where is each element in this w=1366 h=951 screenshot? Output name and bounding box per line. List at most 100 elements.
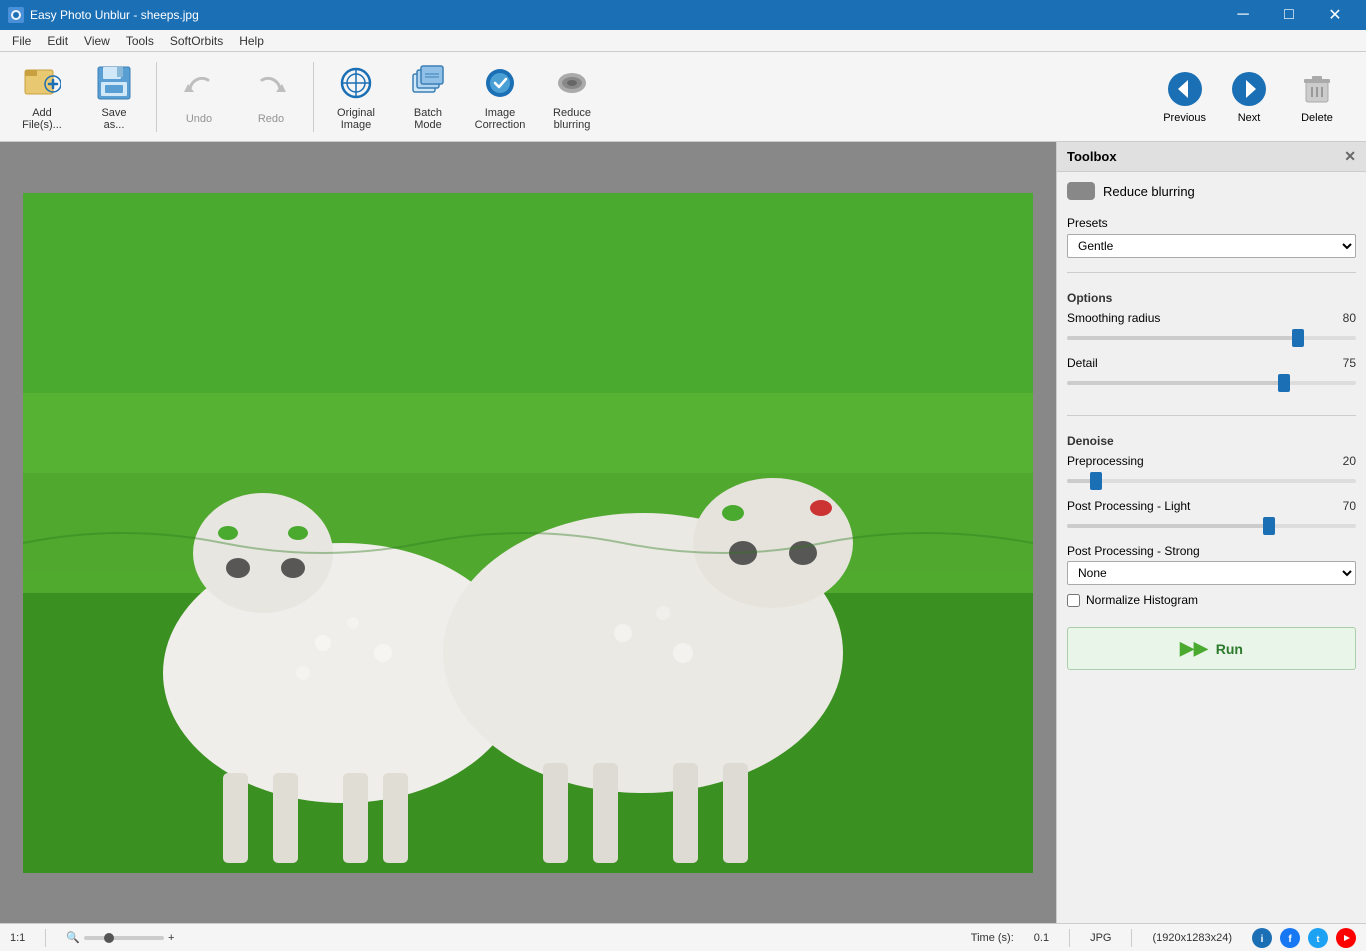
toolbox-content: Reduce blurring Presets Gentle Normal St… — [1057, 172, 1366, 680]
run-button[interactable]: ▶▶ Run — [1067, 627, 1356, 670]
main-area: Toolbox ✕ Reduce blurring Presets Gentle… — [0, 142, 1366, 923]
add-files-icon — [22, 63, 62, 103]
menu-tools[interactable]: Tools — [118, 32, 162, 50]
detail-track — [1067, 373, 1356, 393]
toolbox-panel: Toolbox ✕ Reduce blurring Presets Gentle… — [1056, 142, 1366, 923]
zoom-controls: 🔍 + — [66, 931, 174, 944]
zoom-level: 1:1 — [10, 932, 25, 944]
facebook-icon[interactable]: f — [1280, 928, 1300, 948]
zoom-out-icon[interactable]: 🔍 — [66, 931, 80, 944]
detail-label-row: Detail 75 — [1067, 356, 1356, 370]
previous-label: Previous — [1163, 112, 1206, 124]
normalize-histogram-label[interactable]: Normalize Histogram — [1086, 593, 1198, 607]
detail-label: Detail — [1067, 356, 1098, 370]
add-files-button[interactable]: Add File(s)... — [8, 57, 76, 137]
zoom-bar[interactable] — [84, 936, 164, 940]
reduce-blurring-icon — [552, 63, 592, 103]
redo-button[interactable]: Redo — [237, 57, 305, 137]
time-value: 0.1 — [1034, 932, 1049, 944]
time-label: Time (s): — [971, 932, 1014, 944]
status-sep-1 — [45, 929, 46, 947]
presets-label: Presets — [1067, 216, 1108, 230]
menu-edit[interactable]: Edit — [39, 32, 76, 50]
save-as-label: Save as... — [101, 107, 126, 131]
menu-view[interactable]: View — [76, 32, 118, 50]
menu-help[interactable]: Help — [231, 32, 272, 50]
normalize-histogram-row[interactable]: Normalize Histogram — [1067, 593, 1356, 607]
normalize-histogram-checkbox[interactable] — [1067, 594, 1080, 607]
delete-button[interactable]: Delete — [1298, 70, 1336, 124]
close-button[interactable]: ✕ — [1312, 0, 1358, 30]
twitter-icon[interactable]: t — [1308, 928, 1328, 948]
save-icon — [94, 63, 134, 103]
run-label: Run — [1216, 641, 1243, 657]
post-processing-strong-section: Post Processing - Strong None Light Medi… — [1067, 544, 1356, 585]
smoothing-radius-thumb[interactable] — [1292, 329, 1304, 347]
smoothing-radius-slider-row: Smoothing radius 80 — [1067, 311, 1356, 348]
reduce-blurring-header: Reduce blurring — [1067, 182, 1356, 200]
add-files-label: Add File(s)... — [22, 107, 62, 131]
image-correction-label: Image Correction — [475, 107, 526, 131]
svg-text:t: t — [1317, 934, 1320, 944]
preprocessing-thumb[interactable] — [1090, 472, 1102, 490]
maximize-button[interactable]: □ — [1266, 0, 1312, 30]
redo-icon — [251, 69, 291, 109]
options-label: Options — [1067, 291, 1356, 305]
toolbox-close-button[interactable]: ✕ — [1344, 148, 1356, 165]
smoothing-radius-track — [1067, 328, 1356, 348]
denoise-label: Denoise — [1067, 434, 1356, 448]
menu-file[interactable]: File — [4, 32, 39, 50]
post-processing-light-value: 70 — [1343, 499, 1356, 513]
reduce-blurring-button[interactable]: Reduce blurring — [538, 57, 606, 137]
dimensions-label: (1920x1283x24) — [1152, 932, 1232, 944]
reduce-blurring-label: Reduce blurring — [553, 107, 591, 131]
canvas-area[interactable] — [0, 142, 1056, 923]
batch-mode-label: Batch Mode — [414, 107, 442, 131]
toolbar-separator-1 — [156, 62, 157, 132]
menu-softorbits[interactable]: SoftOrbits — [162, 32, 231, 50]
preprocessing-label: Preprocessing — [1067, 454, 1144, 468]
svg-text:i: i — [1261, 934, 1264, 945]
post-processing-light-thumb[interactable] — [1263, 517, 1275, 535]
preprocessing-label-row: Preprocessing 20 — [1067, 454, 1356, 468]
smoothing-radius-label-row: Smoothing radius 80 — [1067, 311, 1356, 325]
redo-label: Redo — [258, 113, 284, 125]
statusbar: 1:1 🔍 + Time (s): 0.1 JPG (1920x1283x24)… — [0, 923, 1366, 951]
info-icon[interactable]: i — [1252, 928, 1272, 948]
post-processing-light-track — [1067, 516, 1356, 536]
preprocessing-slider-row: Preprocessing 20 — [1067, 454, 1356, 491]
batch-mode-icon — [408, 63, 448, 103]
titlebar-left: Easy Photo Unblur - sheeps.jpg — [8, 7, 199, 23]
titlebar: Easy Photo Unblur - sheeps.jpg ─ □ ✕ — [0, 0, 1366, 30]
image-correction-button[interactable]: Image Correction — [466, 57, 534, 137]
post-processing-strong-select[interactable]: None Light Medium Strong — [1067, 561, 1356, 585]
original-image-label: Original Image — [337, 107, 375, 131]
smoothing-radius-fill — [1067, 336, 1298, 340]
minimize-button[interactable]: ─ — [1220, 0, 1266, 30]
save-as-button[interactable]: Save as... — [80, 57, 148, 137]
preprocessing-track — [1067, 471, 1356, 491]
options-section: Options Smoothing radius 80 — [1067, 287, 1356, 401]
detail-thumb[interactable] — [1278, 374, 1290, 392]
zoom-in-icon[interactable]: + — [168, 932, 174, 944]
smoothing-radius-label: Smoothing radius — [1067, 311, 1160, 325]
smoothing-radius-bg — [1067, 336, 1356, 340]
status-sep-3 — [1131, 929, 1132, 947]
preprocessing-value: 20 — [1343, 454, 1356, 468]
original-image-button[interactable]: Original Image — [322, 57, 390, 137]
batch-mode-button[interactable]: Batch Mode — [394, 57, 462, 137]
format-label: JPG — [1090, 932, 1111, 944]
titlebar-controls: ─ □ ✕ — [1220, 0, 1358, 30]
zoom-thumb[interactable] — [104, 933, 114, 943]
image-correction-icon — [480, 63, 520, 103]
post-processing-light-label-row: Post Processing - Light 70 — [1067, 499, 1356, 513]
youtube-icon[interactable] — [1336, 928, 1356, 948]
delete-label: Delete — [1301, 112, 1333, 124]
undo-label: Undo — [186, 113, 212, 125]
undo-button[interactable]: Undo — [165, 57, 233, 137]
post-processing-light-slider-row: Post Processing - Light 70 — [1067, 499, 1356, 536]
presets-select[interactable]: Gentle Normal Strong Custom — [1067, 234, 1356, 258]
post-processing-light-fill — [1067, 524, 1269, 528]
next-button[interactable]: Next — [1230, 70, 1268, 124]
previous-button[interactable]: Previous — [1163, 70, 1206, 124]
